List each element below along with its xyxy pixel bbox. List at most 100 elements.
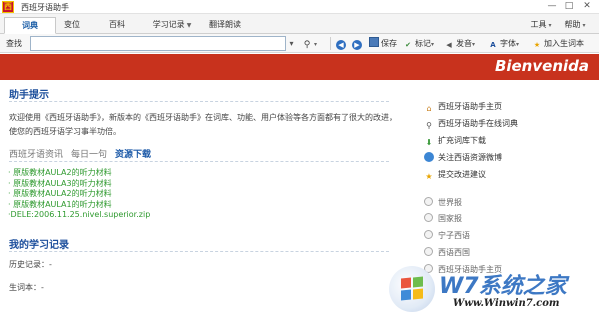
minimize-button[interactable]: —	[545, 1, 559, 13]
arrow-left-icon: ◀	[336, 40, 346, 50]
sidebar-link-label: 关注西语资源微博	[438, 153, 502, 162]
sidebar-radio-ningzi[interactable]: 宁子西语	[424, 230, 470, 242]
tips-line-1: 欢迎使用《西班牙语助手》，新版本的《西班牙语助手》在词库、功能、用户体验等各方面…	[9, 113, 397, 122]
sidebar-radio-el-pais[interactable]: 国家报	[424, 213, 462, 225]
tab-conjugation[interactable]: 变位	[57, 17, 87, 34]
font-label: 字体	[500, 39, 516, 48]
sidebar-radio-label: 世界报	[438, 198, 462, 207]
sidebar-link-weibo[interactable]: 关注西语资源微博	[424, 152, 502, 164]
chevron-down-icon: ▾	[472, 41, 476, 48]
speaker-icon: ◀	[446, 41, 452, 49]
radio-icon	[424, 230, 433, 239]
watermark-brand: W7系统之家	[439, 274, 567, 299]
close-button[interactable]: ✕	[580, 1, 594, 13]
tips-text: 欢迎使用《西班牙语助手》，新版本的《西班牙语助手》在词库、功能、用户体验等各方面…	[9, 111, 409, 139]
download-link[interactable]: ·DELE:2006.11.25.nivel.superior.zip	[8, 210, 150, 221]
chevron-down-icon: ▼	[186, 22, 192, 29]
tab-translate-read[interactable]: 翻译朗读	[203, 17, 247, 34]
sidebar-link-label: 提交改进建议	[438, 170, 486, 179]
back-button[interactable]: ◀	[336, 37, 348, 50]
pronounce-button[interactable]: ◀ 发音▾	[444, 37, 475, 50]
subtab-news[interactable]: 西班牙语资讯	[9, 147, 63, 160]
download-link[interactable]: · 原版教材AULA3的听力材料	[8, 179, 150, 190]
add-vocab-button[interactable]: ★ 加入生词本	[532, 37, 584, 50]
sidebar-link-online-dictionary[interactable]: ⚲ 西班牙语助手在线词典	[424, 118, 518, 130]
globe-icon	[424, 152, 434, 162]
vocab-record[interactable]: 生词本：-	[9, 282, 44, 293]
welcome-banner: Bienvenida	[0, 54, 599, 80]
sidebar-link-label: 西班牙语助手在线词典	[438, 119, 518, 128]
magnifier-icon: ⚲	[303, 40, 311, 50]
download-link[interactable]: · 原版教材AULA2的听力材料	[8, 189, 150, 200]
star-icon: ★	[425, 172, 433, 181]
tab-encyclopedia[interactable]: 百科	[102, 17, 132, 34]
arrow-right-icon: ▶	[352, 40, 362, 50]
search-toolbar: 查找 ▾ ⚲ ▾ ◀ ▶ 保存 ✔ 标记▾ ◀ 发音▾ A 字体▾ ★ 加入生词本	[0, 34, 599, 53]
font-icon: A	[490, 41, 496, 49]
download-link[interactable]: · 原版教材AULA1的听力材料	[8, 200, 150, 211]
maximize-button[interactable]: □	[562, 1, 576, 13]
add-vocab-label: 加入生词本	[544, 39, 584, 48]
window-title: 西班牙语助手	[21, 3, 69, 12]
font-button[interactable]: A 字体▾	[488, 37, 519, 50]
sidebar-radio-label: 宁子西语	[438, 231, 470, 240]
sidebar-link-label: 西班牙语助手主页	[438, 102, 502, 111]
subtab-daily-sentence[interactable]: 每日一句	[71, 147, 107, 160]
search-input[interactable]	[30, 36, 286, 51]
radio-icon	[424, 197, 433, 206]
tips-line-2: 使您的西班牙语学习事半功倍。	[9, 127, 121, 136]
chevron-down-icon: ▾	[548, 22, 552, 29]
sidebar-link-download-dict[interactable]: ⬇ 扩充词库下载	[424, 135, 486, 147]
sidebar-radio-label: 西语西国	[438, 248, 470, 257]
sidebar-radio-el-mundo[interactable]: 世界报	[424, 197, 462, 209]
home-icon: ⌂	[426, 104, 432, 113]
sidebar-link-label: 扩充词库下载	[438, 136, 486, 145]
download-link[interactable]: · 原版教材AULA2的听力材料	[8, 168, 150, 179]
history-record[interactable]: 历史记录：-	[9, 259, 52, 270]
save-label: 保存	[381, 39, 397, 48]
floppy-disk-icon	[369, 37, 379, 47]
chevron-down-icon: ▾	[431, 41, 435, 48]
chevron-down-icon: ▾	[516, 41, 520, 48]
watermark-url: Www.Winwin7.com	[453, 298, 560, 309]
watermark: W7系统之家 Www.Winwin7.com	[389, 260, 599, 320]
mark-button[interactable]: ✔ 标记▾	[403, 37, 434, 50]
star-icon: ★	[533, 41, 541, 49]
chevron-down-icon: ▾	[582, 22, 586, 29]
search-button[interactable]: ⚲ ▾	[302, 37, 317, 50]
sidebar-radio-xiyu-xiguo[interactable]: 西语西国	[424, 247, 470, 259]
sidebar-link-suggestion[interactable]: ★ 提交改进建议	[424, 169, 486, 181]
radio-icon	[424, 247, 433, 256]
pronounce-label: 发音	[456, 39, 472, 48]
mark-label: 标记	[415, 39, 431, 48]
banner-title: Bienvenida	[494, 57, 589, 75]
menu-help[interactable]: 帮助 ▾	[561, 17, 589, 34]
tab-dictionary[interactable]: 词典	[4, 17, 56, 34]
tips-divider	[9, 101, 389, 102]
search-icon: ⚲	[426, 121, 432, 130]
chevron-down-icon: ▾	[289, 39, 294, 48]
tab-bar: 词典 变位 百科 学习记录 ▼ 翻译朗读 工具 ▾ 帮助 ▾	[0, 14, 599, 34]
save-button[interactable]: 保存	[369, 37, 397, 50]
subtab-downloads[interactable]: 资源下载	[115, 147, 151, 160]
windows-logo-icon	[389, 266, 435, 312]
download-icon: ⬇	[425, 138, 433, 147]
tag-icon: ✔	[405, 41, 411, 49]
radio-icon	[424, 213, 433, 222]
search-dropdown-button[interactable]: ▾	[287, 37, 296, 50]
sidebar-link-homepage[interactable]: ⌂ 西班牙语助手主页	[424, 101, 502, 113]
title-bar: 西 西班牙语助手 — □ ✕	[0, 0, 599, 14]
forward-button[interactable]: ▶	[352, 37, 364, 50]
download-list: · 原版教材AULA2的听力材料 · 原版教材AULA3的听力材料 · 原版教材…	[8, 168, 150, 221]
records-divider	[9, 251, 389, 252]
tips-heading: 助手提示	[9, 90, 49, 101]
menu-help-label: 帮助	[564, 20, 581, 29]
menu-tools[interactable]: 工具 ▾	[527, 17, 555, 34]
chevron-down-icon: ▾	[314, 41, 318, 48]
records-heading: 我的学习记录	[9, 240, 69, 251]
sidebar-radio-label: 国家报	[438, 214, 462, 223]
app-logo-icon: 西	[2, 1, 14, 13]
subtabs-divider	[9, 161, 389, 162]
tab-study-records[interactable]: 学习记录 ▼	[145, 17, 199, 34]
search-label: 查找	[6, 39, 22, 48]
